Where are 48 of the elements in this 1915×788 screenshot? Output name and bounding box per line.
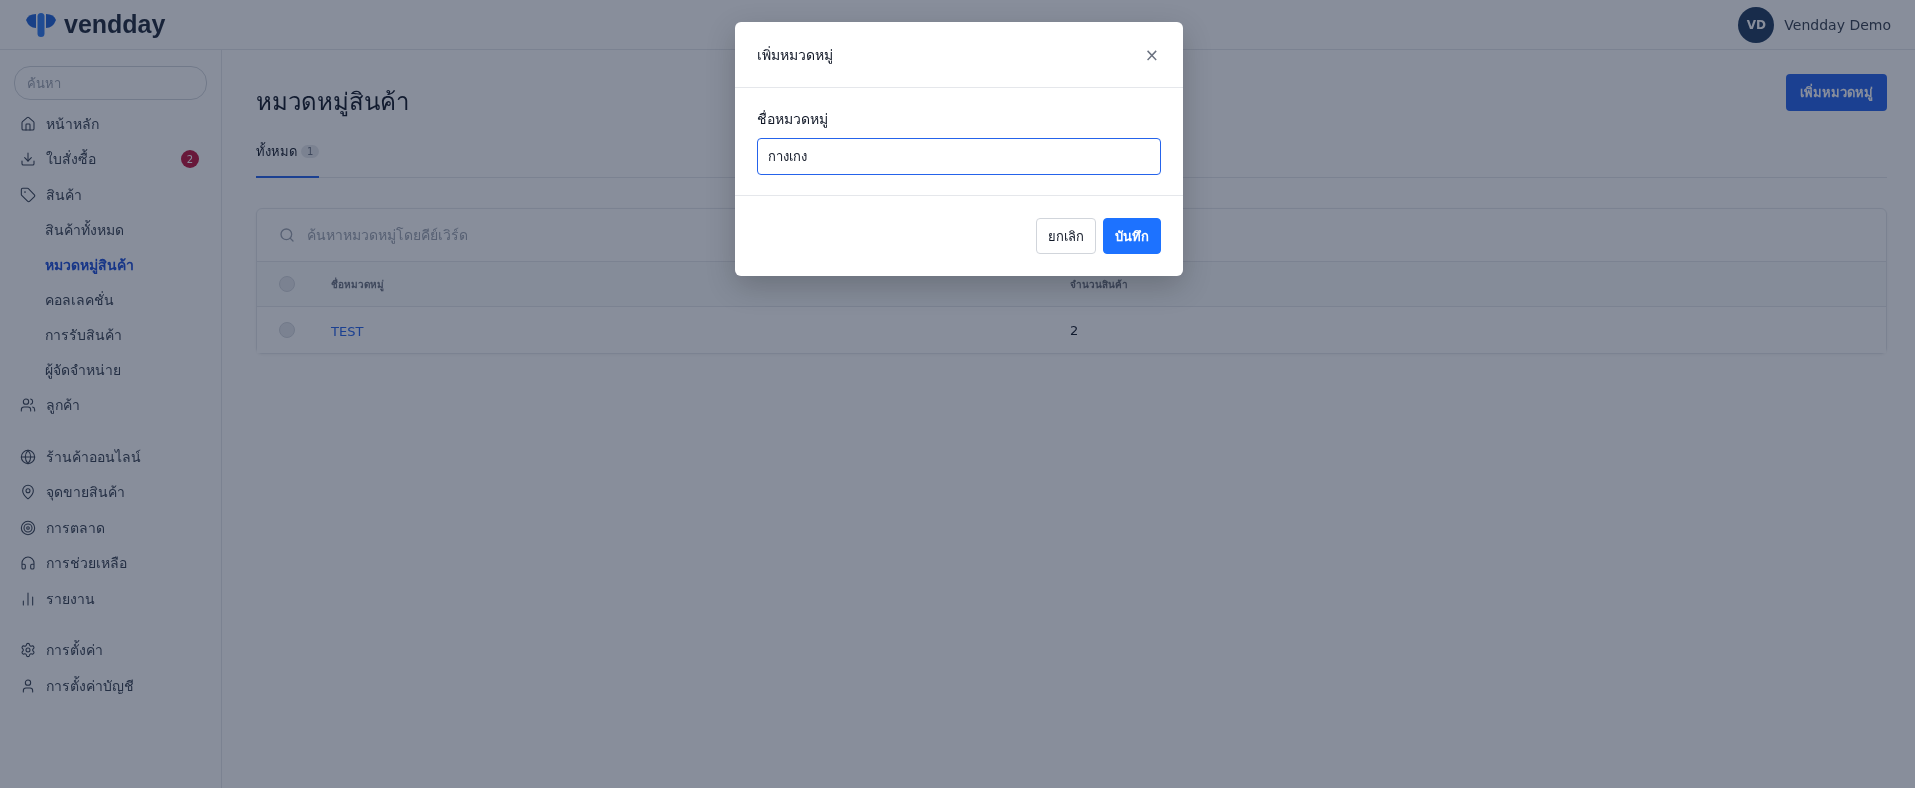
count-badge: 1 [301, 145, 320, 158]
column-header: จำนวนสินค้า [1070, 277, 1129, 292]
bar-chart-icon [20, 590, 36, 607]
users-icon [20, 397, 36, 414]
sidebar-item[interactable]: การช่วยเหลือ [14, 545, 207, 581]
sidebar-item[interactable]: รายงาน [14, 581, 207, 617]
table-cell-text: 2 [1070, 322, 1080, 338]
settings-icon [20, 642, 36, 659]
tab-label: ทั้งหมด [256, 141, 297, 161]
home-icon [20, 115, 36, 132]
dialog-title: เพิ่มหมวดหมู่ [757, 45, 833, 66]
close-button[interactable]: × [1142, 44, 1161, 65]
tab[interactable]: ทั้งหมด 1 [256, 133, 320, 178]
sidebar-subitem[interactable]: หมวดหมู่สินค้า [14, 247, 207, 283]
headset-icon [20, 555, 36, 572]
sidebar-item[interactable]: สินค้า [14, 177, 207, 213]
count-badge: 2 [181, 150, 199, 169]
download-icon [20, 151, 36, 168]
category-link[interactable]: TEST [331, 323, 364, 339]
save-button[interactable]: บันทึก [1103, 218, 1161, 254]
target-icon [20, 519, 36, 536]
input-field[interactable]: กางเกง [757, 138, 1161, 175]
logo-icon [24, 11, 58, 38]
globe-icon [20, 448, 36, 465]
column-header: ชื่อหมวดหมู่ [331, 276, 385, 292]
page-title: หมวดหมู่สินค้า [256, 87, 409, 119]
sidebar-item[interactable]: การตลาด [14, 510, 207, 546]
sidebar-subitem[interactable]: สินค้าทั้งหมด [14, 212, 207, 248]
sidebar-item[interactable]: การตั้งค่า [14, 632, 207, 668]
sidebar-item[interactable]: ร้านค้าออนไลน์ [14, 439, 207, 475]
field-label: ชื่อหมวดหมู่ [757, 109, 829, 130]
sidebar-item[interactable]: ใบสั่งซื้อ 2 [14, 141, 207, 177]
sidebar-item[interactable]: หน้าหลัก [14, 106, 207, 142]
cancel-button[interactable]: ยกเลิก [1036, 218, 1096, 254]
search-icon [279, 227, 295, 243]
user-icon [20, 677, 36, 694]
sidebar-subitem[interactable]: การรับสินค้า [14, 317, 207, 353]
sidebar-subitem[interactable]: คอลเลคชั่น [14, 282, 207, 318]
sidebar-item[interactable]: จุดขายสินค้า [14, 474, 207, 510]
sidebar-item[interactable]: ลูกค้า [14, 387, 207, 423]
map-pin-icon [20, 484, 36, 501]
tag-icon [20, 186, 36, 203]
sidebar-item[interactable]: การตั้งค่าบัญชี [14, 668, 207, 704]
logo-text: vendday [64, 10, 166, 39]
user-name: Vendday Demo [1784, 16, 1891, 33]
add-category-button[interactable]: เพิ่มหมวดหมู่ [1786, 74, 1887, 111]
sidebar-subitem[interactable]: ผู้จัดจำหน่าย [14, 352, 207, 388]
user-avatar[interactable]: VD [1738, 6, 1775, 43]
